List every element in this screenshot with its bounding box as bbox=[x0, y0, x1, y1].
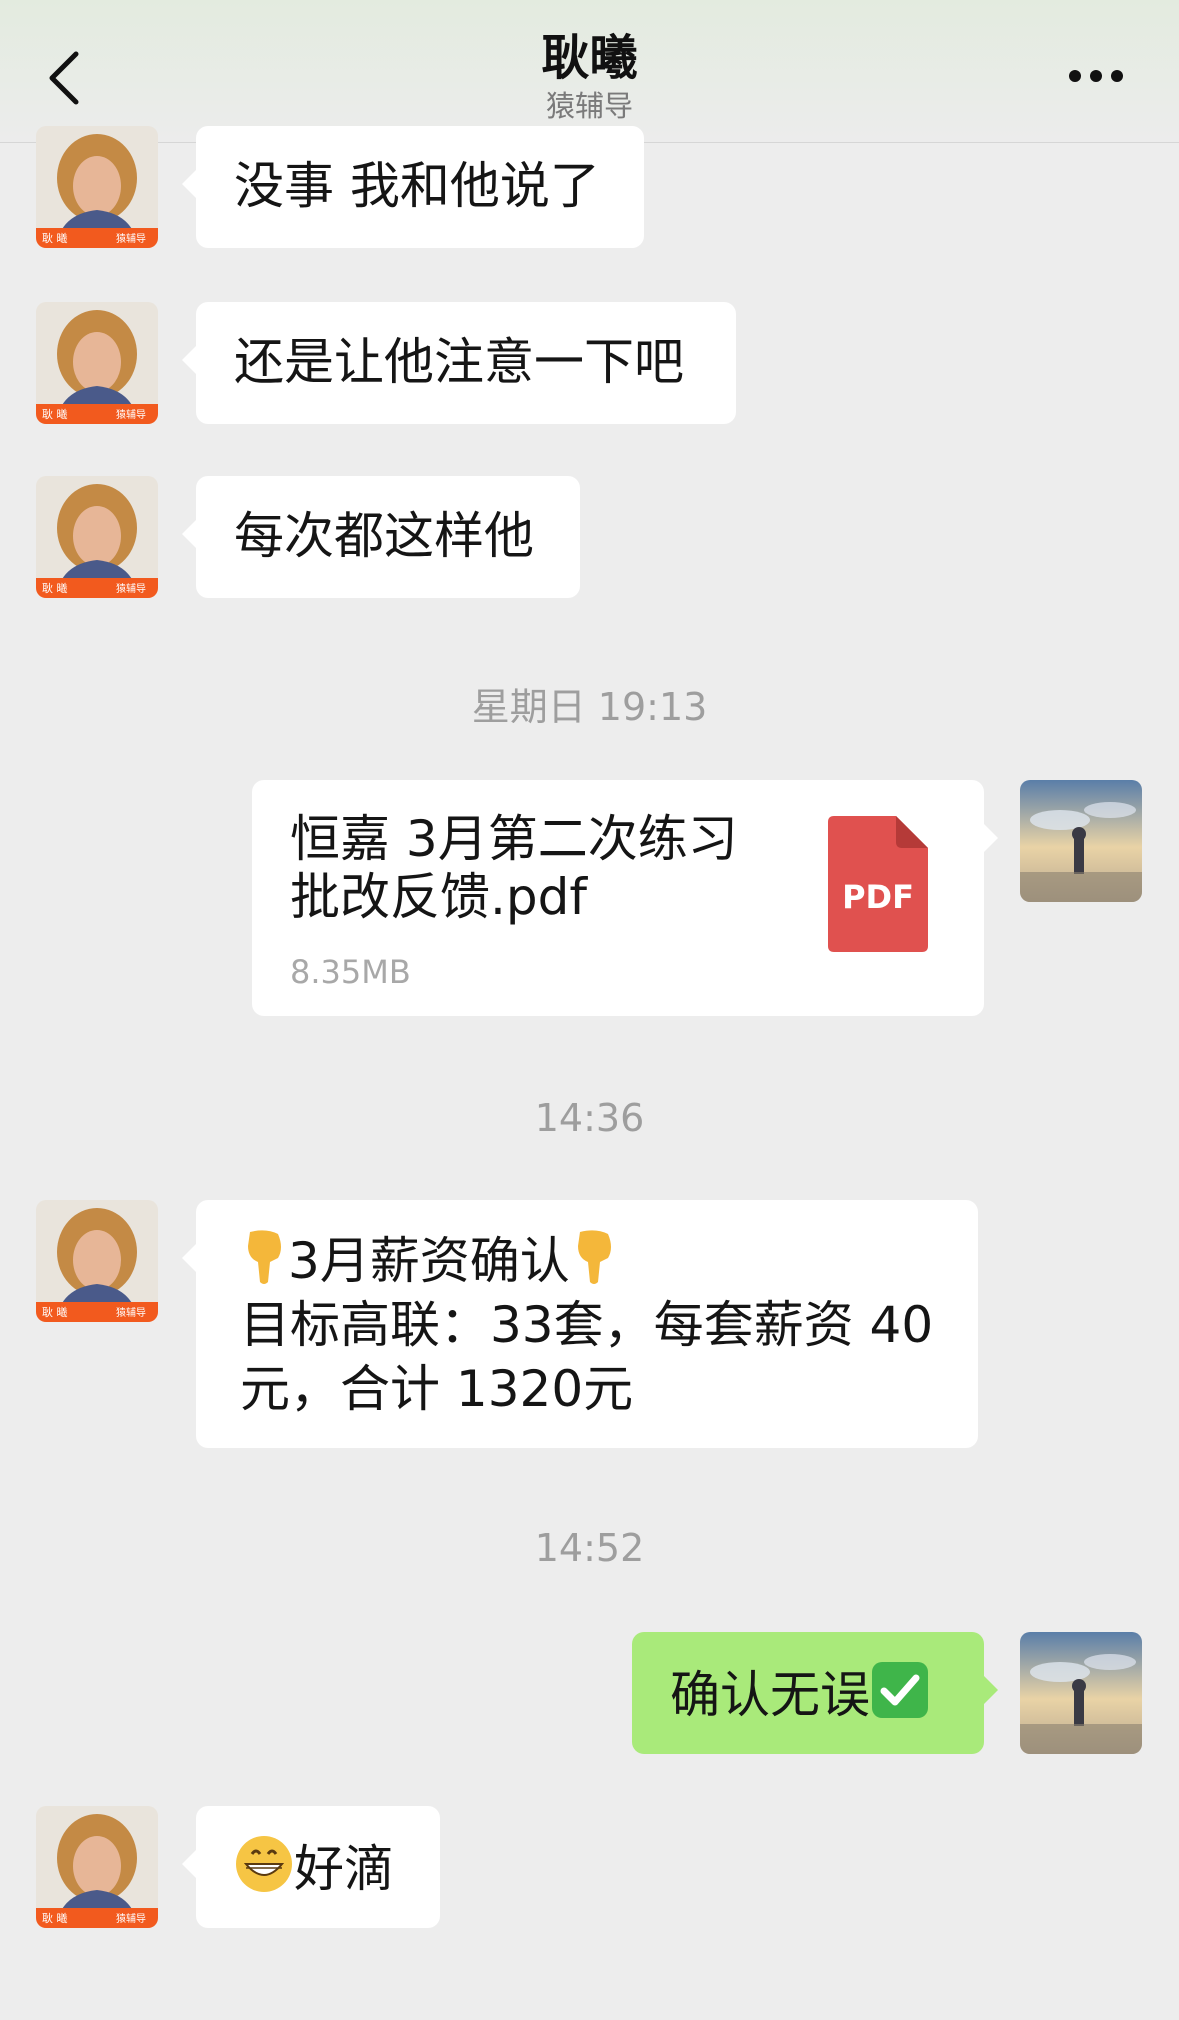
avatar-badge-name: 耿 曦 bbox=[42, 1305, 68, 1319]
message-text: 没事 我和他说了 bbox=[234, 157, 600, 215]
timestamp: 14:52 bbox=[534, 1526, 645, 1570]
pointing-down-hand-icon bbox=[248, 1230, 281, 1284]
last-message-text: 好滴 bbox=[294, 1840, 394, 1898]
salary-title-line: 3月薪资确认 bbox=[240, 1228, 960, 1293]
grinning-face-icon bbox=[236, 1836, 292, 1892]
salary-line-3: 元，合计 1320元 bbox=[240, 1360, 634, 1418]
avatar-badge-brand: 猿辅导 bbox=[116, 1306, 146, 1319]
pdf-icon-label: PDF bbox=[842, 878, 914, 916]
timestamp: 星期日 19:13 bbox=[471, 685, 708, 729]
chat-title: 耿曦 bbox=[541, 30, 638, 86]
avatar-badge-brand: 猿辅导 bbox=[116, 408, 146, 421]
reply-message-bubble[interactable]: 确认无误 bbox=[632, 1632, 998, 1754]
avatar-badge-name: 耿 曦 bbox=[42, 231, 68, 245]
reply-text: 确认无误 bbox=[670, 1666, 870, 1724]
contact-avatar[interactable]: 耿 曦 猿辅导 bbox=[36, 126, 158, 248]
my-avatar[interactable] bbox=[1020, 1632, 1142, 1754]
last-message-content: 好滴 bbox=[234, 1834, 394, 1901]
message-bubble[interactable]: 每次都这样他 bbox=[182, 476, 580, 598]
message-text: 还是让他注意一下吧 bbox=[234, 333, 684, 391]
avatar-badge-brand: 猿辅导 bbox=[116, 232, 146, 245]
reply-message-content: 确认无误 bbox=[670, 1660, 930, 1727]
pdf-file-icon: PDF bbox=[828, 816, 928, 952]
contact-avatar[interactable]: 耿 曦 猿辅导 bbox=[36, 476, 158, 598]
file-message-card[interactable]: 恒嘉 3月第二次练习 批改反馈.pdf 8.35MB PDF bbox=[252, 780, 998, 1016]
my-avatar[interactable] bbox=[1020, 780, 1142, 902]
salary-line-2: 目标高联：33套，每套薪资 40 bbox=[240, 1296, 934, 1354]
file-name: 恒嘉 3月第二次练习 批改反馈.pdf bbox=[290, 810, 810, 926]
message-bubble[interactable]: 没事 我和他说了 bbox=[182, 126, 644, 248]
avatar-badge-name: 耿 曦 bbox=[42, 581, 68, 595]
pointing-down-hand-icon bbox=[577, 1230, 611, 1284]
contact-avatar[interactable]: 耿 曦 猿辅导 bbox=[36, 1200, 158, 1322]
more-options-icon[interactable] bbox=[1067, 66, 1125, 86]
avatar-badge-brand: 猿辅导 bbox=[116, 1912, 146, 1925]
timestamp: 14:36 bbox=[534, 1096, 645, 1140]
salary-message-body: 3月薪资确认 目标高联：33套，每套薪资 40 元，合计 1320元 bbox=[240, 1228, 960, 1421]
salary-message-bubble[interactable]: 3月薪资确认 目标高联：33套，每套薪资 40 元，合计 1320元 bbox=[182, 1200, 978, 1448]
chat-title-block: 耿曦 猿辅导 bbox=[0, 28, 1179, 124]
avatar-badge-brand: 猿辅导 bbox=[116, 582, 146, 595]
contact-avatar[interactable]: 耿 曦 猿辅导 bbox=[36, 1806, 158, 1928]
check-mark-button-icon bbox=[872, 1662, 928, 1718]
avatar-badge-name: 耿 曦 bbox=[42, 1911, 68, 1925]
contact-avatar[interactable]: 耿 曦 猿辅导 bbox=[36, 302, 158, 424]
file-name-line-2: 批改反馈.pdf bbox=[290, 868, 587, 926]
message-bubble[interactable]: 好滴 bbox=[182, 1806, 440, 1928]
message-text: 每次都这样他 bbox=[234, 507, 534, 565]
chat-subtitle: 猿辅导 bbox=[545, 89, 633, 123]
salary-title: 3月薪资确认 bbox=[288, 1232, 570, 1290]
file-name-line-1: 恒嘉 3月第二次练习 bbox=[290, 810, 738, 868]
avatar-badge-name: 耿 曦 bbox=[42, 407, 68, 421]
file-size: 8.35MB bbox=[290, 953, 411, 991]
message-bubble[interactable]: 还是让他注意一下吧 bbox=[182, 302, 736, 424]
chat-header: 耿曦 猿辅导 bbox=[0, 0, 1179, 143]
